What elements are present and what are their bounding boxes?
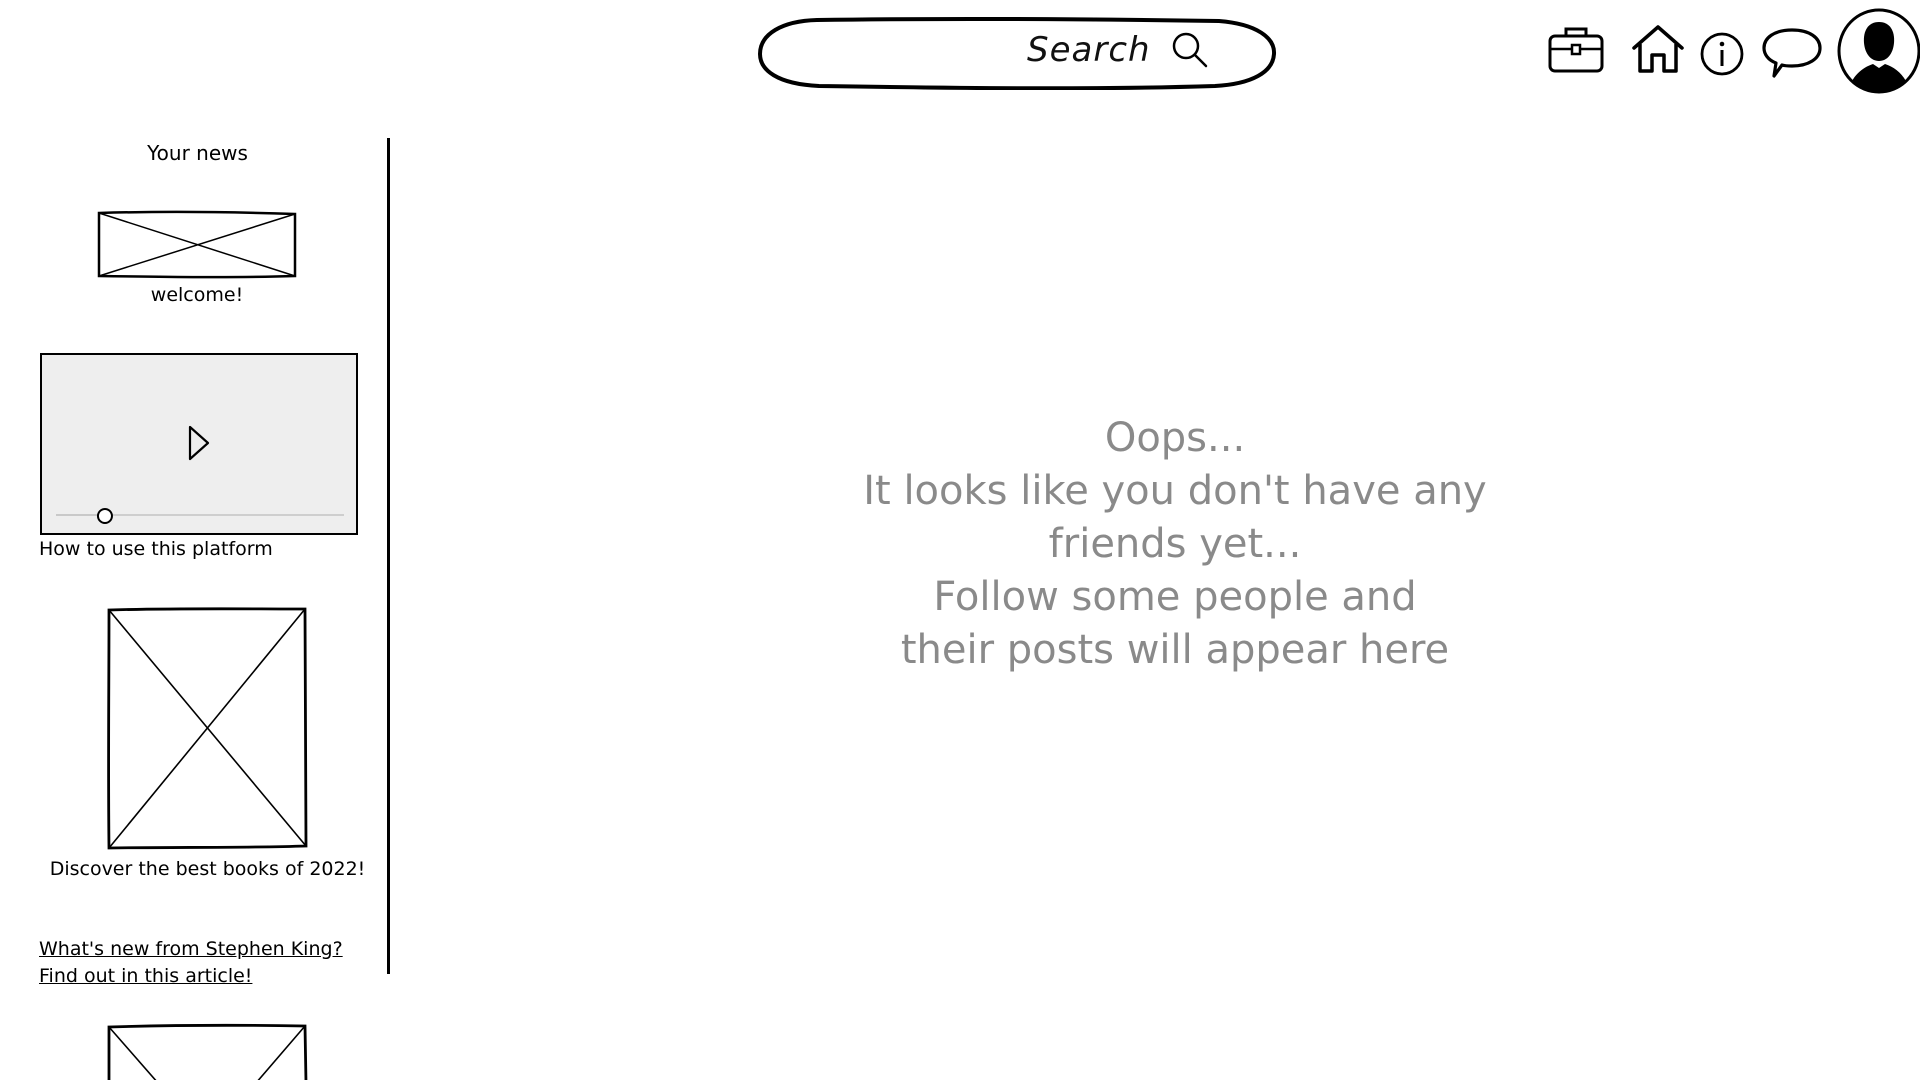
video-player[interactable] — [40, 353, 358, 535]
search-bar[interactable]: Search — [757, 16, 1277, 90]
empty-message-line: their posts will appear here — [900, 627, 1450, 673]
home-icon[interactable] — [1630, 24, 1686, 74]
search-label[interactable]: Search — [1027, 30, 1151, 70]
briefcase-icon[interactable] — [1547, 24, 1605, 74]
search-icon[interactable] — [1170, 30, 1210, 70]
video-caption: How to use this platform — [39, 538, 273, 560]
empty-message-line: It looks like you don't have any — [863, 468, 1487, 514]
empty-message-line: friends yet... — [1048, 521, 1302, 567]
sidebar-divider — [387, 138, 390, 974]
chat-bubble-icon[interactable] — [1760, 26, 1824, 80]
empty-message-line: Follow some people and — [933, 574, 1417, 620]
news-caption: welcome! — [150, 284, 244, 306]
article-link[interactable]: What's new from Stephen King? Find out i… — [39, 936, 379, 990]
play-icon[interactable] — [188, 425, 212, 463]
avatar[interactable] — [1837, 8, 1920, 94]
news-image-placeholder[interactable] — [106, 606, 308, 850]
video-scrubber-handle[interactable] — [99, 505, 121, 527]
news-caption: Discover the best books of 2022! — [49, 858, 366, 880]
info-icon[interactable] — [1699, 31, 1745, 77]
empty-feed-message: Oops... It looks like you don't have any… — [820, 412, 1530, 677]
sidebar-title: Your news — [147, 141, 248, 165]
news-image-placeholder[interactable] — [96, 210, 298, 280]
page: Search Your news welcome! How to use thi… — [0, 0, 1920, 1080]
empty-message-line: Oops... — [1104, 415, 1246, 461]
news-image-placeholder[interactable] — [106, 1023, 308, 1080]
